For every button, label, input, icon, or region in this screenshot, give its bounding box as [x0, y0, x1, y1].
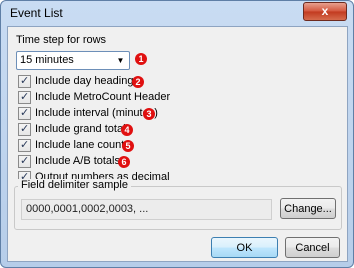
option-label: Include day headings [35, 75, 139, 87]
checkbox[interactable]: ✓ [18, 75, 31, 88]
option-label: Include A/B totals [35, 155, 120, 167]
check-icon: ✓ [20, 107, 30, 119]
chevron-down-icon: ▼ [116, 56, 125, 65]
checkbox[interactable]: ✓ [18, 91, 31, 104]
checkbox[interactable]: ✓ [18, 155, 31, 168]
option-label: Include grand total [35, 123, 126, 135]
check-icon: ✓ [20, 91, 30, 103]
checkbox[interactable]: ✓ [18, 107, 31, 120]
cancel-button[interactable]: Cancel [285, 237, 340, 258]
delimiter-group-legend: Field delimiter sample [18, 179, 131, 191]
check-icon: ✓ [20, 75, 30, 87]
title-bar[interactable]: Event List x [1, 1, 353, 25]
check-icon: ✓ [20, 155, 30, 167]
callout-marker-6: 6 [118, 156, 130, 168]
option-label: Include MetroCount Header [35, 91, 171, 103]
timestep-select[interactable]: 15 minutes ▼ [16, 51, 130, 70]
dialog-body: Time step for rows 15 minutes ▼ 1 ✓ Incl… [7, 26, 348, 262]
callout-marker-1: 1 [135, 53, 147, 65]
check-icon: ✓ [20, 123, 30, 135]
option-label: Include interval (minutes) [35, 107, 158, 119]
checkbox[interactable]: ✓ [18, 123, 31, 136]
callout-marker-2: 2 [132, 76, 144, 88]
delimiter-sample-text: 0000,0001,0002,0003, ... [26, 203, 149, 215]
delimiter-sample-field: 0000,0001,0002,0003, ... [21, 199, 272, 220]
close-button[interactable]: x [303, 2, 347, 21]
callout-marker-5: 5 [122, 140, 134, 152]
option-label: Include lane counts [35, 139, 130, 151]
timestep-select-value: 15 minutes [20, 54, 74, 66]
check-icon: ✓ [20, 139, 30, 151]
callout-marker-3: 3 [143, 108, 155, 120]
change-button[interactable]: Change... [280, 198, 336, 219]
close-icon: x [321, 4, 329, 18]
event-list-dialog: Event List x Time step for rows 15 minut… [0, 0, 354, 268]
timestep-label: Time step for rows [16, 34, 107, 46]
callout-marker-4: 4 [121, 124, 133, 136]
window-title: Event List [10, 6, 63, 20]
ok-button[interactable]: OK [211, 237, 278, 258]
checkbox[interactable]: ✓ [18, 139, 31, 152]
